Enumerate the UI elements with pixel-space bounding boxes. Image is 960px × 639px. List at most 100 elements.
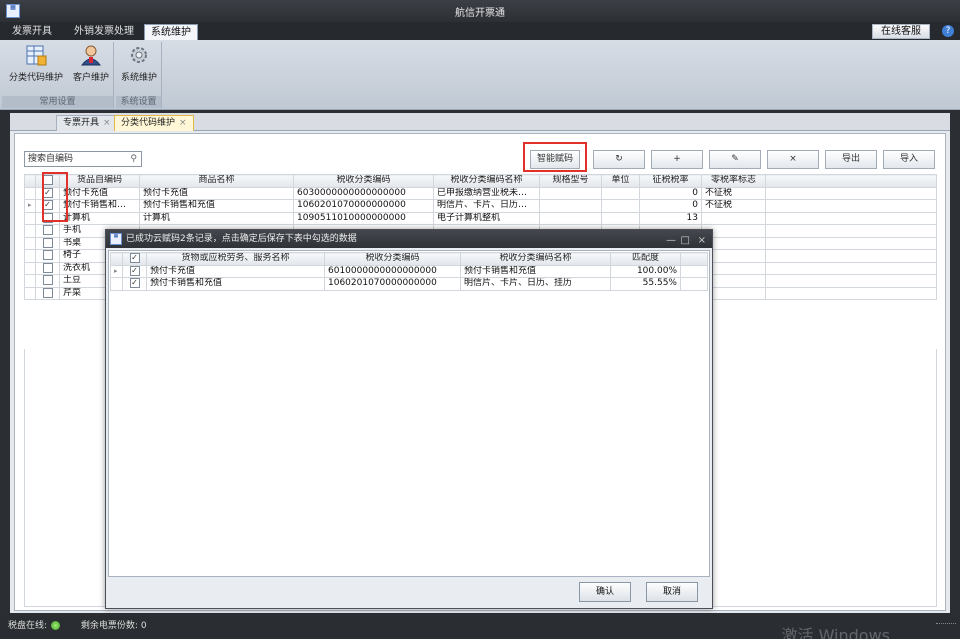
dialog-header-name[interactable]: 货物或应税劳务、服务名称 bbox=[146, 252, 325, 266]
header-rate[interactable]: 征税税率 bbox=[639, 174, 702, 188]
tab-special-invoice[interactable]: 专票开具 × bbox=[56, 115, 118, 131]
edit-button[interactable]: ✎ bbox=[709, 150, 761, 169]
row-checkbox[interactable]: ✓ bbox=[122, 264, 147, 278]
menu-tab-system[interactable]: 系统维护 bbox=[144, 24, 198, 40]
delete-button[interactable]: × bbox=[767, 150, 819, 169]
row-checkbox[interactable] bbox=[35, 274, 60, 288]
menu-tab-invoice[interactable]: 发票开具 bbox=[6, 24, 58, 40]
filler-cell bbox=[765, 186, 937, 200]
maximize-icon[interactable]: □ bbox=[681, 232, 690, 250]
remaining-invoices: 剩余电票份数: 0 bbox=[80, 621, 147, 631]
dialog-table-row[interactable]: ✓ 预付卡销售和充值 1060201070000000000 明信片、卡片、日历、挂历… bbox=[110, 277, 708, 291]
row-checkbox[interactable]: ✓ bbox=[122, 277, 147, 291]
confirm-button[interactable]: 确认 bbox=[579, 582, 631, 602]
row-indicator bbox=[24, 249, 36, 263]
dialog-table-area: ✓ 货物或应税劳务、服务名称 税收分类编码 税收分类编码名称 匹配度 ▸ ✓ 预付卡… bbox=[108, 250, 710, 577]
header-tax-code[interactable]: 税收分类编码 bbox=[293, 174, 434, 188]
close-icon[interactable]: × bbox=[103, 118, 111, 128]
cancel-button[interactable]: 取消 bbox=[646, 582, 698, 602]
row-indicator: ▸ bbox=[24, 199, 36, 213]
dialog-header-indicator bbox=[110, 252, 123, 266]
help-icon[interactable]: ? bbox=[942, 25, 954, 37]
online-status-icon bbox=[51, 621, 61, 630]
spec-cell bbox=[539, 199, 602, 213]
code-cell: 预付卡充值 bbox=[59, 186, 140, 200]
ribbon-group-system-label: 系统设置 bbox=[116, 96, 161, 108]
row-checkbox[interactable] bbox=[35, 249, 60, 263]
table-row[interactable]: 计算机 计算机 1090511010000000000 电子计算机整机 13 bbox=[24, 211, 937, 225]
row-checkbox[interactable] bbox=[35, 224, 60, 238]
system-maintenance-button[interactable]: 系统维护 bbox=[118, 44, 160, 83]
refresh-button[interactable]: ↻ bbox=[593, 150, 645, 169]
dialog-header-tax-name[interactable]: 税收分类编码名称 bbox=[460, 252, 611, 266]
minimize-icon[interactable]: — bbox=[666, 232, 676, 250]
table-row[interactable]: ✓ 预付卡充值 预付卡充值 6030000000000000000 已申报缴纳营业税未…… bbox=[24, 186, 937, 200]
row-checkbox[interactable] bbox=[35, 286, 60, 300]
rate-cell: 13 bbox=[639, 211, 702, 225]
row-select-checkbox[interactable] bbox=[42, 275, 53, 285]
dialog-match-cell: 100.00% bbox=[610, 264, 681, 278]
row-select-checkbox[interactable]: ✓ bbox=[129, 265, 140, 276]
header-code[interactable]: 货品自编码 bbox=[59, 174, 140, 188]
header-spec[interactable]: 规格型号 bbox=[539, 174, 602, 188]
ribbon-group-common-label: 常用设置 bbox=[2, 96, 113, 108]
row-select-checkbox[interactable] bbox=[42, 225, 53, 235]
dialog-header-match[interactable]: 匹配度 bbox=[610, 252, 681, 266]
online-service-button[interactable]: 在线客服 bbox=[872, 24, 930, 39]
customer-button[interactable]: 客户维护 bbox=[70, 44, 112, 83]
unit-cell bbox=[601, 211, 640, 225]
dialog-header-select-all[interactable]: ✓ bbox=[122, 252, 147, 266]
filler-cell bbox=[680, 264, 708, 278]
header-zero-flag[interactable]: 零税率标志 bbox=[701, 174, 766, 188]
row-select-checkbox[interactable] bbox=[42, 287, 53, 298]
row-select-checkbox[interactable] bbox=[42, 262, 53, 273]
customer-label: 客户维护 bbox=[72, 73, 109, 83]
filler-cell bbox=[765, 199, 937, 213]
header-tax-name[interactable]: 税收分类编码名称 bbox=[433, 174, 540, 188]
export-button[interactable]: 导出 bbox=[825, 150, 877, 169]
row-indicator bbox=[24, 286, 36, 300]
table-row[interactable]: ▸ ✓ 预付卡销售和… 预付卡销售和充值 1060201070000000000 明信片、… bbox=[24, 199, 937, 213]
row-checkbox[interactable] bbox=[35, 261, 60, 275]
dialog-header-filler bbox=[680, 252, 708, 266]
header-unit[interactable]: 单位 bbox=[601, 174, 640, 188]
smart-code-result-dialog: ▦ 已成功云赋码2条记录，点击确定后保存下表中勾选的数据 — □ × ✓ 货物或… bbox=[105, 229, 713, 609]
import-button[interactable]: 导入 bbox=[883, 150, 935, 169]
tax-disk-status-label: 税盘在线: bbox=[8, 621, 48, 631]
row-select-checkbox[interactable] bbox=[42, 250, 53, 260]
tax-name-cell: 电子计算机整机 bbox=[433, 211, 540, 225]
dialog-tax-name-cell: 明信片、卡片、日历、挂历 bbox=[460, 277, 611, 291]
unit-cell bbox=[601, 199, 640, 213]
row-select-checkbox[interactable]: ✓ bbox=[129, 278, 140, 288]
search-input[interactable]: 搜索自编码 ⚲ bbox=[24, 151, 142, 167]
filler-cell bbox=[765, 236, 937, 250]
dialog-table-row[interactable]: ▸ ✓ 预付卡充值 6010000000000000000 预付卡销售和充值 100.00… bbox=[110, 264, 708, 278]
checkbox-highlight bbox=[42, 172, 68, 222]
row-indicator bbox=[24, 224, 36, 238]
tax-code-cell: 6030000000000000000 bbox=[293, 186, 434, 200]
header-name[interactable]: 商品名称 bbox=[139, 174, 294, 188]
row-checkbox[interactable] bbox=[35, 236, 60, 250]
title-bar: ▦ 航信开票通 bbox=[0, 0, 960, 22]
add-button[interactable]: + bbox=[651, 150, 703, 169]
spec-cell bbox=[539, 211, 602, 225]
row-select-checkbox[interactable] bbox=[42, 237, 53, 248]
row-indicator bbox=[24, 261, 36, 275]
gear-icon bbox=[131, 47, 147, 63]
tab-category-code[interactable]: 分类代码维护 × bbox=[114, 115, 194, 131]
resize-grip-icon[interactable] bbox=[936, 623, 956, 633]
code-cell: 计算机 bbox=[59, 211, 140, 225]
dialog-header-row: ✓ 货物或应税劳务、服务名称 税收分类编码 税收分类编码名称 匹配度 bbox=[110, 252, 708, 266]
spec-cell bbox=[539, 186, 602, 200]
tax-code-cell: 1060201070000000000 bbox=[293, 199, 434, 213]
dialog-select-all-checkbox[interactable]: ✓ bbox=[129, 253, 140, 263]
search-icon[interactable]: ⚲ bbox=[130, 152, 137, 166]
close-icon[interactable]: × bbox=[698, 232, 706, 250]
dialog-header-tax-code[interactable]: 税收分类编码 bbox=[324, 252, 461, 266]
category-code-button[interactable]: 分类代码维护 bbox=[6, 44, 66, 83]
tax-code-cell: 1090511010000000000 bbox=[293, 211, 434, 225]
menu-tab-export-invoice[interactable]: 外销发票处理 bbox=[68, 24, 140, 40]
close-icon[interactable]: × bbox=[179, 118, 187, 128]
table-icon bbox=[26, 45, 47, 66]
window-title: 航信开票通 bbox=[455, 8, 505, 19]
